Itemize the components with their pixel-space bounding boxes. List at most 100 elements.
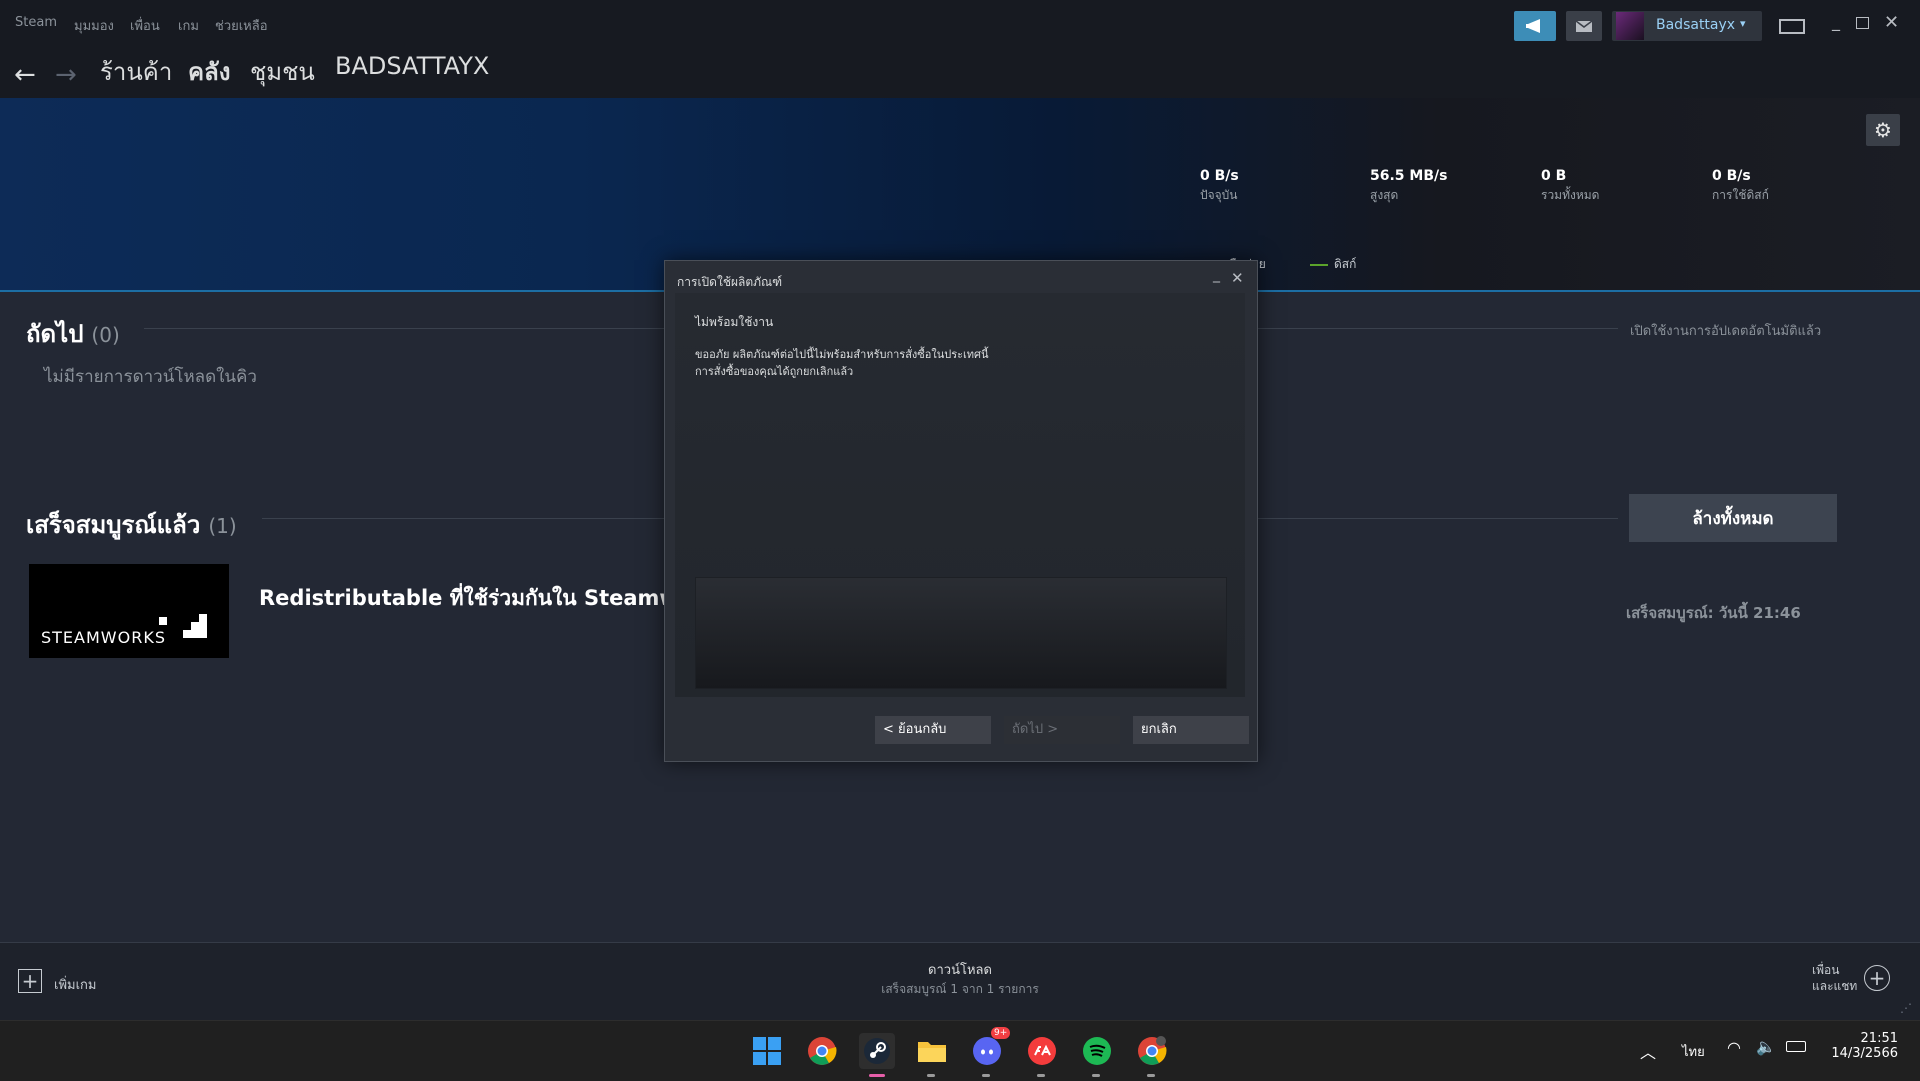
queue-title: ถัดไป — [26, 320, 84, 348]
legend-disk-label: ดิสก์ — [1334, 257, 1357, 271]
account-menu[interactable]: Badsattayx ▾ — [1612, 11, 1762, 41]
plus-box-icon: + — [18, 969, 42, 993]
add-game-button[interactable]: + เพิ่มเกม — [18, 969, 138, 995]
menu-steam[interactable]: Steam — [15, 15, 57, 30]
chrome-icon — [808, 1037, 837, 1065]
steam-active-indicator — [869, 1074, 885, 1077]
title-bar: Steam มุมมอง เพื่อน เกม ช่วยเหลือ Badsat… — [0, 0, 1920, 50]
completed-count: (1) — [208, 514, 237, 538]
gear-icon: ⚙ — [1874, 118, 1892, 142]
nav-library[interactable]: คลัง — [188, 52, 230, 91]
broadcast-button[interactable] — [1514, 11, 1556, 41]
forward-arrow-icon[interactable]: → — [55, 60, 77, 90]
start-button[interactable] — [749, 1033, 785, 1069]
taskbar-spotify[interactable] — [1079, 1033, 1115, 1077]
stat-peak-label: สูงสุด — [1370, 188, 1399, 202]
dialog-minimize-icon[interactable]: _ — [1213, 267, 1220, 283]
clock[interactable]: 21:51 14/3/2566 — [1826, 1031, 1898, 1061]
dialog-message-line-2: การสั่งซื้อของคุณได้ถูกยกเลิกแล้ว — [695, 365, 854, 378]
auto-update-label[interactable]: เปิดใช้งานการอัปเดตอัตโนมัติแล้ว — [1630, 320, 1821, 341]
completed-item-title: Redistributable ที่ใช้ร่วมกันใน Steamwor… — [259, 586, 664, 610]
windows-taskbar: 9+ ︿ ไทย ◠ 🔈 21:51 14/3/2566 — [0, 1020, 1920, 1081]
minimize-icon[interactable]: _ — [1832, 12, 1840, 31]
downloads-summary[interactable]: ดาวน์โหลด เสร็จสมบูรณ์ 1 จาก 1 รายการ — [860, 959, 1060, 999]
notifications-button[interactable] — [1566, 11, 1602, 41]
input-language[interactable]: ไทย — [1682, 1041, 1705, 1062]
taskbar-discord[interactable]: 9+ — [969, 1027, 1011, 1077]
wifi-icon[interactable]: ◠ — [1727, 1038, 1741, 1057]
back-arrow-icon[interactable]: ← — [14, 60, 36, 90]
friends-chat-button[interactable]: เพื่อน และแชท + — [1808, 961, 1908, 1001]
queue-empty-text: ไม่มีรายการดาวน์โหลดในคิว — [44, 367, 257, 387]
steam-icon — [864, 1038, 890, 1064]
clock-date: 14/3/2566 — [1831, 1046, 1898, 1061]
nav-profile[interactable]: BADSATTAYX — [335, 52, 489, 80]
stat-total-value: 0 B — [1541, 168, 1567, 184]
completed-title: เสร็จสมบูรณ์แล้ว — [26, 511, 201, 539]
logo-square-1 — [159, 617, 167, 625]
chrome-profile-icon — [1138, 1036, 1167, 1065]
dialog-cancel-button[interactable]: ยกเลิก — [1133, 716, 1249, 744]
steam-window: Steam มุมมอง เพื่อน เกม ช่วยเหลือ Badsat… — [0, 0, 1920, 1021]
big-picture-button[interactable] — [1778, 11, 1806, 41]
plus-circle-icon: + — [1864, 965, 1890, 991]
explorer-indicator — [927, 1074, 935, 1077]
dialog-back-label: < ย้อนกลับ — [883, 722, 947, 737]
completed-heading: เสร็จสมบูรณ์แล้ว (1) — [26, 505, 237, 544]
dialog-message-line-1: ขออภัย ผลิตภัณฑ์ต่อไปนี้ไม่พร้อมสำหรับกา… — [695, 348, 989, 361]
footer-bar: + เพิ่มเกม ดาวน์โหลด เสร็จสมบูรณ์ 1 จาก … — [0, 942, 1920, 1021]
dialog-close-icon[interactable]: ✕ — [1231, 269, 1244, 287]
completed-item-title-clip: Redistributable ที่ใช้ร่วมกันใน Steamwor… — [259, 582, 664, 614]
clock-time: 21:51 — [1860, 1031, 1898, 1046]
dialog-next-label: ถัดไป > — [1012, 722, 1059, 737]
settings-button[interactable]: ⚙ — [1866, 114, 1900, 146]
taskbar-file-explorer[interactable] — [914, 1033, 950, 1077]
clear-all-button[interactable]: ล้างทั้งหมด — [1629, 494, 1837, 542]
nav-community[interactable]: ชุมชน — [250, 52, 315, 91]
menu-view[interactable]: มุมมอง — [74, 15, 114, 36]
dialog-product-list — [695, 577, 1227, 689]
discord-indicator — [982, 1074, 990, 1077]
dialog-next-button[interactable]: ถัดไป > — [1004, 716, 1120, 744]
windows-start-icon — [753, 1037, 781, 1065]
queue-heading: ถัดไป (0) — [26, 314, 120, 353]
stat-disk-label: การใช้ดิสก์ — [1712, 188, 1769, 202]
taskbar-steam[interactable] — [859, 1033, 895, 1077]
battery-icon[interactable] — [1786, 1041, 1806, 1052]
menu-friends[interactable]: เพื่อน — [130, 15, 160, 36]
stat-disk-value: 0 B/s — [1712, 168, 1751, 184]
taskbar-chrome-profile[interactable] — [1134, 1033, 1170, 1077]
product-activation-dialog: การเปิดใช้ผลิตภัณฑ์ _ ✕ ไม่พร้อมใช้งาน ข… — [664, 260, 1258, 762]
dialog-title: การเปิดใช้ผลิตภัณฑ์ — [677, 275, 783, 289]
logo-square-3 — [191, 622, 207, 638]
stat-total-label: รวมทั้งหมด — [1541, 188, 1600, 202]
maximize-icon[interactable] — [1856, 17, 1869, 29]
discord-icon — [973, 1037, 1001, 1065]
tray-chevron-up-icon[interactable]: ︿ — [1640, 1039, 1656, 1063]
menu-help[interactable]: ช่วยเหลือ — [215, 15, 268, 36]
friends-label-2: และแชท — [1812, 979, 1858, 993]
dialog-content-panel: ไม่พร้อมใช้งาน ขออภัย ผลิตภัณฑ์ต่อไปนี้ไ… — [675, 293, 1245, 697]
discord-badge: 9+ — [991, 1027, 1011, 1039]
ea-icon — [1028, 1037, 1056, 1065]
folder-icon — [918, 1042, 946, 1062]
username: Badsattayx — [1656, 17, 1736, 33]
dialog-cancel-label: ยกเลิก — [1141, 722, 1177, 737]
logo-text: STEAMWORKS — [41, 628, 166, 647]
stat-peak-value: 56.5 MB/s — [1370, 168, 1448, 184]
avatar — [1616, 12, 1644, 40]
nav-store[interactable]: ร้านค้า — [100, 52, 172, 91]
stat-current-label: ปัจจุบัน — [1200, 188, 1238, 202]
volume-icon[interactable]: 🔈 — [1756, 1037, 1776, 1056]
dialog-heading: ไม่พร้อมใช้งาน — [695, 315, 774, 329]
add-game-label: เพิ่มเกม — [54, 978, 97, 993]
menu-games[interactable]: เกม — [178, 15, 199, 36]
taskbar-chrome[interactable] — [804, 1033, 840, 1069]
taskbar-ea[interactable] — [1024, 1033, 1060, 1077]
ea-indicator — [1037, 1074, 1045, 1077]
close-icon[interactable]: ✕ — [1884, 12, 1899, 33]
spotify-indicator — [1092, 1074, 1100, 1077]
big-picture-icon — [1779, 19, 1805, 34]
dialog-back-button[interactable]: < ย้อนกลับ — [875, 716, 991, 744]
resize-grip-icon[interactable]: ⋰ — [1900, 1001, 1912, 1015]
